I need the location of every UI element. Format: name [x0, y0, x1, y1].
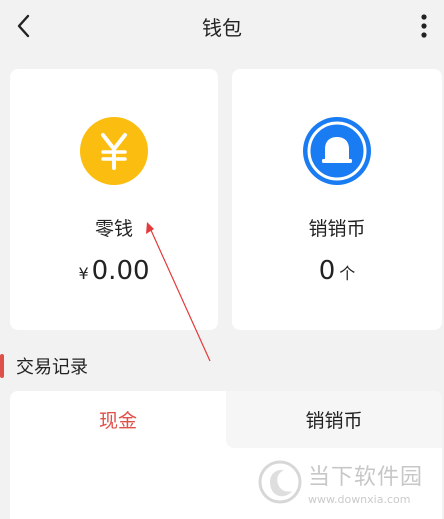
coins-unit: 个	[339, 264, 356, 283]
tab-cash[interactable]: 现金	[10, 391, 226, 448]
coins-label: 销销币	[308, 218, 366, 240]
more-button[interactable]	[414, 12, 434, 40]
coins-balance: 0 个	[319, 256, 356, 286]
records-title: 交易记录	[16, 357, 88, 378]
chevron-left-icon	[17, 14, 30, 38]
yen-coin-icon	[80, 117, 148, 185]
change-card[interactable]: 零钱 ¥ 0.00	[10, 69, 218, 330]
back-button[interactable]	[12, 12, 36, 40]
bell-icon	[303, 117, 371, 185]
watermark-name: 当下软件园	[308, 464, 424, 490]
top-bar: 钱包	[0, 0, 444, 52]
more-vertical-icon	[421, 14, 427, 38]
change-balance: ¥ 0.00	[78, 256, 149, 286]
records-section-header: 交易记录	[0, 352, 88, 380]
change-amount: 0.00	[91, 256, 150, 286]
page-title: 钱包	[202, 15, 242, 40]
coins-card[interactable]: 销销币 0 个	[232, 69, 442, 330]
watermark-url: www.downxia.com	[308, 492, 411, 506]
watermark: 当下软件园 www.downxia.com	[258, 452, 444, 512]
tab-coins[interactable]: 销销币	[226, 391, 442, 448]
section-accent-bar	[0, 354, 4, 378]
currency-symbol: ¥	[78, 264, 89, 283]
watermark-logo-icon	[258, 460, 302, 504]
coins-count: 0	[318, 256, 336, 286]
change-label: 零钱	[94, 218, 133, 240]
